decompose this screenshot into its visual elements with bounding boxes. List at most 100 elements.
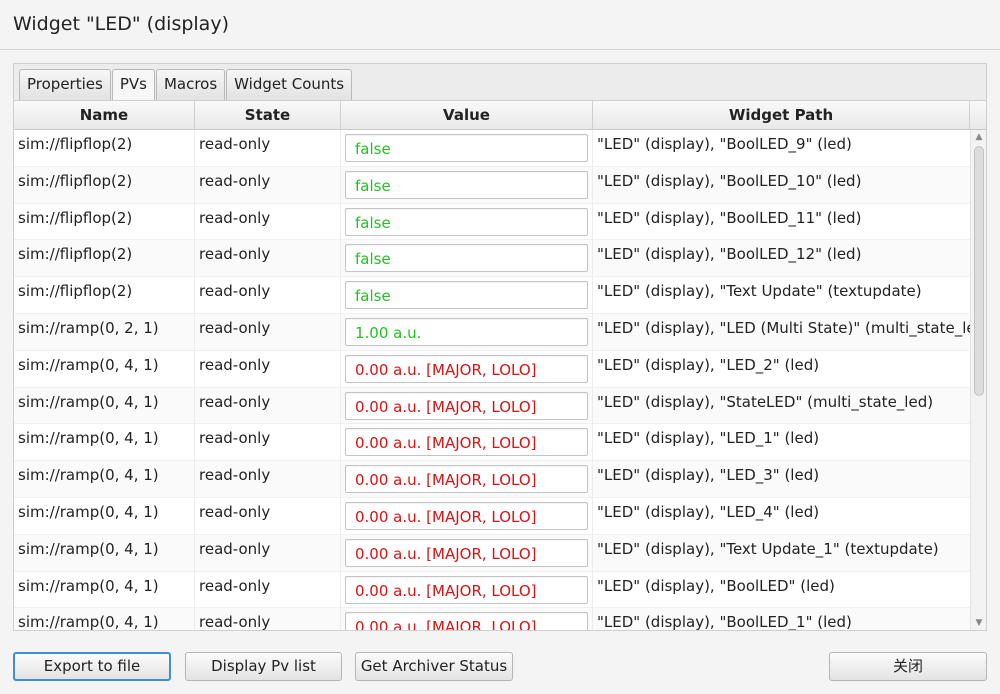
pv-state-cell: read-only [195, 608, 341, 630]
pv-state-cell: read-only [195, 534, 341, 571]
pv-value-field[interactable]: 0.00 a.u. [MAJOR, LOLO] [345, 538, 588, 567]
table-row[interactable]: sim://ramp(0, 4, 1) read-only 0.00 a.u. [M… [14, 571, 970, 609]
pv-value-field[interactable]: 0.00 a.u. [MAJOR, LOLO] [345, 575, 588, 604]
pv-state-cell: read-only [195, 571, 341, 608]
pv-value-cell: 0.00 a.u. [MAJOR, LOLO] [341, 608, 593, 630]
pv-name-cell: sim://flipflop(2) [14, 130, 195, 166]
pv-name-cell: sim://ramp(0, 4, 1) [14, 461, 195, 498]
pv-name-cell: sim://ramp(0, 4, 1) [14, 424, 195, 461]
scroll-up-icon[interactable]: ▲ [974, 132, 984, 142]
widget-path-cell: "LED" (display), "BoolLED_11" (led) [597, 208, 862, 227]
widget-path-cell: "LED" (display), "Text Update" (textupda… [597, 282, 922, 301]
pv-value-field[interactable]: 0.00 a.u. [MAJOR, LOLO] [345, 501, 588, 530]
tab-pvs[interactable]: PVs [111, 69, 155, 100]
pv-name-cell: sim://flipflop(2) [14, 166, 195, 203]
pv-table: Name State Value Widget Path sim://flipf… [14, 100, 986, 630]
tab-bar: Properties PVs Macros Widget Counts [19, 69, 353, 100]
pv-value-field[interactable]: 1.00 a.u. [345, 317, 588, 346]
pv-value-cell: false [341, 130, 593, 166]
tab-pane: Properties PVs Macros Widget Counts Name… [13, 63, 987, 631]
pv-value-cell: 0.00 a.u. [MAJOR, LOLO] [341, 571, 593, 608]
table-row[interactable]: sim://flipflop(2) read-only false "LED" (di… [14, 130, 970, 167]
pv-value-field[interactable]: false [345, 281, 588, 310]
widget-path-cell: "LED" (display), "Text Update_1" (textup… [597, 539, 939, 558]
table-row[interactable]: sim://flipflop(2) read-only false "LED" (di… [14, 240, 970, 278]
pv-value-cell: false [341, 277, 593, 314]
widget-path-cell: "LED" (display), "BoolLED_1" (led) [597, 613, 852, 630]
table-header: Name State Value Widget Path [14, 101, 986, 130]
vertical-scrollbar[interactable]: ▲ ▼ [970, 130, 986, 630]
table-row[interactable]: sim://ramp(0, 4, 1) read-only 0.00 a.u. [M… [14, 387, 970, 425]
pv-value-field[interactable]: false [345, 244, 588, 273]
pv-name-cell: sim://ramp(0, 4, 1) [14, 608, 195, 630]
pv-value-field[interactable]: 0.00 a.u. [MAJOR, LOLO] [345, 354, 588, 383]
tab-widget-counts[interactable]: Widget Counts [226, 69, 353, 100]
table-row[interactable]: sim://flipflop(2) read-only false "LED" (di… [14, 277, 970, 314]
column-header-state[interactable]: State [195, 101, 341, 130]
pv-value-field[interactable]: 0.00 a.u. [MAJOR, LOLO] [345, 391, 588, 420]
table-body: sim://flipflop(2) read-only false "LED" (di… [14, 130, 970, 630]
pv-value-cell: 0.00 a.u. [MAJOR, LOLO] [341, 350, 593, 387]
widget-path-cell: "LED" (display), "BoolLED_12" (led) [597, 245, 862, 264]
pv-name-cell: sim://ramp(0, 4, 1) [14, 534, 195, 571]
pv-state-cell: read-only [195, 313, 341, 350]
pv-name-cell: sim://flipflop(2) [14, 277, 195, 314]
close-button[interactable]: 关闭 [829, 652, 987, 681]
table-row[interactable]: sim://ramp(0, 4, 1) read-only 0.00 a.u. [M… [14, 461, 970, 498]
pv-name-cell: sim://flipflop(2) [14, 240, 195, 277]
pv-name-cell: sim://flipflop(2) [14, 203, 195, 240]
pv-state-cell: read-only [195, 240, 341, 277]
pv-name-cell: sim://ramp(0, 2, 1) [14, 313, 195, 350]
scroll-down-icon[interactable]: ▼ [974, 618, 984, 628]
widget-path-cell: "LED" (display), "LED_1" (led) [597, 429, 820, 448]
widget-path-cell: "LED" (display), "LED_4" (led) [597, 502, 820, 521]
pv-value-field[interactable]: false [345, 134, 588, 162]
column-header-name[interactable]: Name [14, 101, 195, 130]
pv-value-cell: 0.00 a.u. [MAJOR, LOLO] [341, 534, 593, 571]
pv-state-cell: read-only [195, 497, 341, 534]
column-header-value[interactable]: Value [341, 101, 593, 130]
get-archiver-status-button[interactable]: Get Archiver Status [355, 652, 513, 681]
pv-state-cell: read-only [195, 424, 341, 461]
pv-value-cell: 0.00 a.u. [MAJOR, LOLO] [341, 461, 593, 498]
pv-value-field[interactable]: 0.00 a.u. [MAJOR, LOLO] [345, 465, 588, 494]
pv-state-cell: read-only [195, 203, 341, 240]
pv-value-cell: false [341, 240, 593, 277]
pv-value-cell: 0.00 a.u. [MAJOR, LOLO] [341, 497, 593, 534]
table-row[interactable]: sim://flipflop(2) read-only false "LED" (di… [14, 203, 970, 241]
table-row[interactable]: sim://ramp(0, 4, 1) read-only 0.00 a.u. [M… [14, 424, 970, 462]
pv-state-cell: read-only [195, 461, 341, 498]
widget-path-cell: "LED" (display), "BoolLED" (led) [597, 576, 835, 595]
pv-name-cell: sim://ramp(0, 4, 1) [14, 350, 195, 387]
scrollbar-thumb[interactable] [974, 146, 984, 396]
table-row[interactable]: sim://ramp(0, 4, 1) read-only 0.00 a.u. [M… [14, 497, 970, 535]
column-header-widget-path[interactable]: Widget Path [593, 101, 970, 130]
pv-state-cell: read-only [195, 166, 341, 203]
export-to-file-button[interactable]: Export to file [13, 652, 171, 681]
widget-path-cell: "LED" (display), "LED_3" (led) [597, 466, 820, 485]
table-row[interactable]: sim://ramp(0, 4, 1) read-only 0.00 a.u. [M… [14, 350, 970, 388]
table-row[interactable]: sim://flipflop(2) read-only false "LED" (di… [14, 166, 970, 204]
pv-value-field[interactable]: false [345, 170, 588, 199]
pv-state-cell: read-only [195, 387, 341, 424]
pv-value-cell: 0.00 a.u. [MAJOR, LOLO] [341, 387, 593, 424]
widget-path-cell: "LED" (display), "LED_2" (led) [597, 355, 820, 374]
dialog-title: Widget "LED" (display) [0, 0, 1000, 50]
widget-path-cell: "LED" (display), "StateLED" (multi_state… [597, 392, 934, 411]
pv-value-field[interactable]: 0.00 a.u. [MAJOR, LOLO] [345, 428, 588, 457]
pv-value-field[interactable]: 0.00 a.u. [MAJOR, LOLO] [345, 612, 588, 630]
column-header-filler [970, 101, 986, 130]
pv-value-cell: false [341, 166, 593, 203]
pv-value-field[interactable]: false [345, 207, 588, 236]
pv-value-cell: 0.00 a.u. [MAJOR, LOLO] [341, 424, 593, 461]
table-row[interactable]: sim://ramp(0, 4, 1) read-only 0.00 a.u. [M… [14, 534, 970, 572]
tab-properties[interactable]: Properties [19, 69, 111, 100]
tab-macros[interactable]: Macros [155, 69, 226, 100]
widget-path-cell: "LED" (display), "LED (Multi State)" (mu… [597, 318, 970, 337]
pv-name-cell: sim://ramp(0, 4, 1) [14, 571, 195, 608]
table-row[interactable]: sim://ramp(0, 2, 1) read-only 1.00 a.u. "LE… [14, 313, 970, 351]
table-row[interactable]: sim://ramp(0, 4, 1) read-only 0.00 a.u. [M… [14, 608, 970, 630]
pv-value-cell: false [341, 203, 593, 240]
display-pv-list-button[interactable]: Display Pv list [185, 652, 342, 681]
pv-value-cell: 1.00 a.u. [341, 313, 593, 350]
